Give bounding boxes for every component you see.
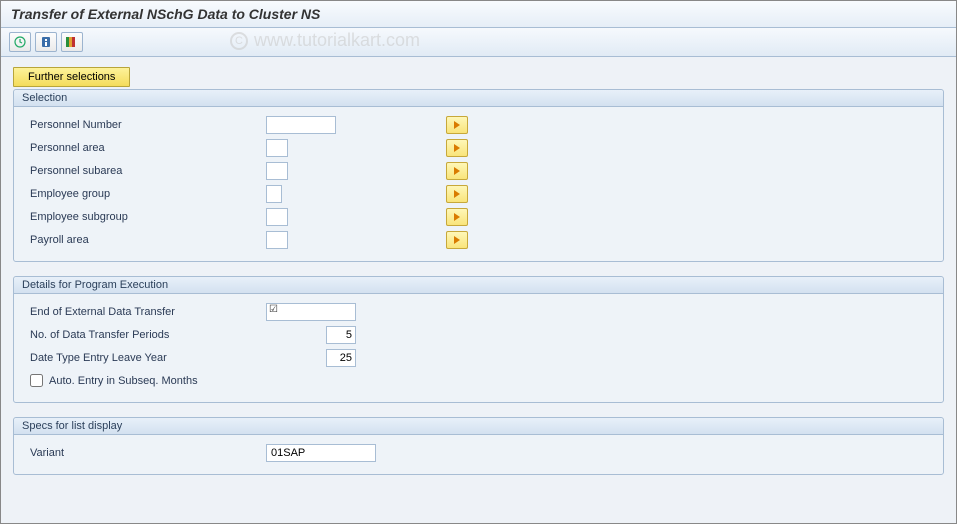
checkbox-auto-entry[interactable] — [30, 374, 43, 387]
group-details-title: Details for Program Execution — [14, 277, 943, 294]
label-date-type: Date Type Entry Leave Year — [26, 352, 266, 364]
arrow-right-icon — [454, 190, 460, 198]
input-date-type[interactable] — [326, 349, 356, 367]
label-employee-subgroup: Employee subgroup — [26, 211, 266, 223]
arrow-right-icon — [454, 236, 460, 244]
row-periods: No. of Data Transfer Periods — [26, 323, 931, 346]
info-button[interactable] — [35, 32, 57, 52]
further-selections-button[interactable]: Further selections — [13, 67, 130, 87]
multi-select-personnel-number[interactable] — [446, 116, 468, 134]
flag-icon — [65, 36, 79, 48]
window-title: Transfer of External NSchG Data to Clust… — [1, 1, 956, 28]
group-selection-title: Selection — [14, 90, 943, 107]
multi-select-personnel-area[interactable] — [446, 139, 468, 157]
arrow-right-icon — [454, 121, 460, 129]
input-payroll-area[interactable] — [266, 231, 288, 249]
input-periods[interactable] — [326, 326, 356, 344]
label-auto-entry: Auto. Entry in Subseq. Months — [49, 375, 198, 387]
row-personnel-subarea: Personnel subarea — [26, 159, 931, 182]
label-personnel-number: Personnel Number — [26, 119, 266, 131]
label-variant: Variant — [26, 447, 266, 459]
multi-select-personnel-subarea[interactable] — [446, 162, 468, 180]
input-employee-subgroup[interactable] — [266, 208, 288, 226]
input-end-transfer[interactable] — [266, 303, 356, 321]
row-end-transfer: End of External Data Transfer ☑ — [26, 300, 931, 323]
row-payroll-area: Payroll area — [26, 228, 931, 251]
row-employee-subgroup: Employee subgroup — [26, 205, 931, 228]
arrow-right-icon — [454, 167, 460, 175]
multi-select-employee-subgroup[interactable] — [446, 208, 468, 226]
arrow-right-icon — [454, 213, 460, 221]
toolbar — [1, 28, 956, 57]
group-selection: Selection Personnel Number Personnel are… — [13, 89, 944, 262]
row-variant: Variant — [26, 441, 931, 464]
row-personnel-number: Personnel Number — [26, 113, 931, 136]
row-date-type: Date Type Entry Leave Year — [26, 346, 931, 369]
arrow-right-icon — [454, 144, 460, 152]
input-personnel-number[interactable] — [266, 116, 336, 134]
variant-button[interactable] — [61, 32, 83, 52]
label-employee-group: Employee group — [26, 188, 266, 200]
input-personnel-subarea[interactable] — [266, 162, 288, 180]
multi-select-employee-group[interactable] — [446, 185, 468, 203]
content-area: Further selections Selection Personnel N… — [1, 57, 956, 523]
label-end-transfer: End of External Data Transfer — [26, 306, 266, 318]
clock-execute-icon — [14, 36, 26, 48]
multi-select-payroll-area[interactable] — [446, 231, 468, 249]
input-personnel-area[interactable] — [266, 139, 288, 157]
input-employee-group[interactable] — [266, 185, 282, 203]
info-icon — [40, 36, 52, 48]
row-auto-entry: Auto. Entry in Subseq. Months — [26, 369, 931, 392]
label-payroll-area: Payroll area — [26, 234, 266, 246]
execute-button[interactable] — [9, 32, 31, 52]
row-personnel-area: Personnel area — [26, 136, 931, 159]
group-details: Details for Program Execution End of Ext… — [13, 276, 944, 403]
input-variant[interactable] — [266, 444, 376, 462]
group-specs: Specs for list display Variant — [13, 417, 944, 475]
group-specs-title: Specs for list display — [14, 418, 943, 435]
label-personnel-subarea: Personnel subarea — [26, 165, 266, 177]
search-help-icon: ☑ — [269, 304, 278, 315]
row-employee-group: Employee group — [26, 182, 931, 205]
label-periods: No. of Data Transfer Periods — [26, 329, 266, 341]
label-personnel-area: Personnel area — [26, 142, 266, 154]
